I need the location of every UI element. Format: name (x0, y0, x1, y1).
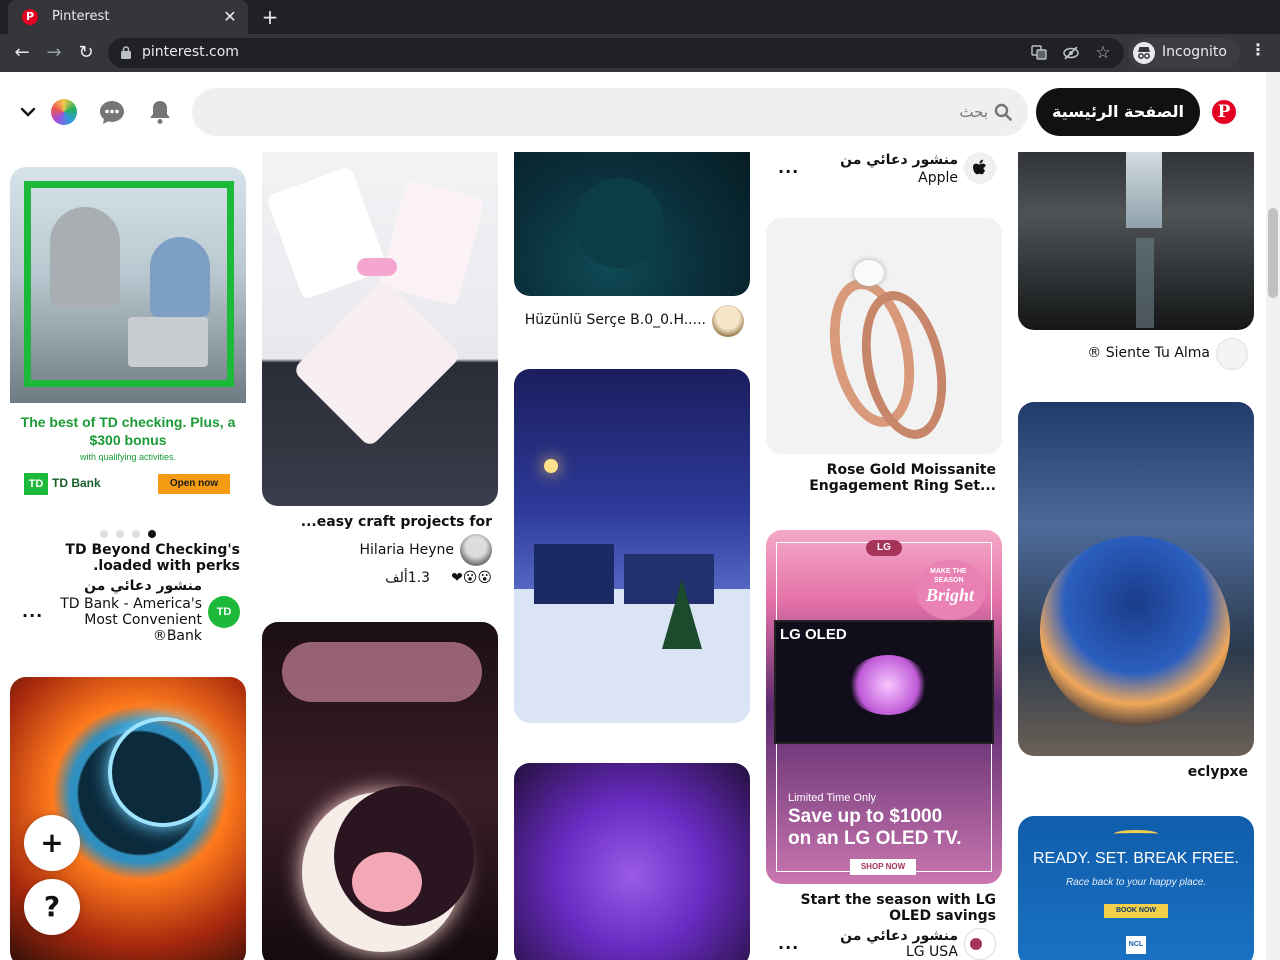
waterfall-pin[interactable] (1018, 138, 1254, 330)
lg-promoted-label: منشور دعائي من (840, 928, 958, 944)
huzunlu-avatar[interactable] (712, 305, 744, 337)
scrollbar-thumb[interactable] (1268, 208, 1278, 298)
td-promoted-label: منشور دعائي من (84, 578, 202, 594)
ncl-logo: NCL (1126, 936, 1146, 954)
td-advertiser-1[interactable]: TD Bank - America's (60, 596, 202, 612)
create-pin-button[interactable]: + (24, 815, 80, 871)
apple-logo-icon (973, 159, 986, 175)
lg-advertiser[interactable]: LG USA (906, 944, 958, 960)
hilaria-avatar[interactable] (460, 534, 492, 566)
td-pin-title-2[interactable]: loaded with perks. (93, 558, 240, 574)
siente-avatar[interactable] (1216, 338, 1248, 370)
incognito-icon (1133, 42, 1155, 64)
browser-tab[interactable]: P Pinterest ✕ (8, 0, 248, 34)
craft-pin-author[interactable]: Hilaria Heyne (360, 542, 454, 558)
home-button[interactable]: الصفحة الرئيسية (1036, 88, 1200, 136)
ncl-headline: READY. SET. BREAK FREE. (1033, 850, 1239, 867)
lg-badge-1: MAKE THE (930, 568, 967, 575)
lg-avatar[interactable] (964, 928, 996, 960)
sphere-pin-title[interactable]: eclypxe (1188, 764, 1248, 780)
forward-button[interactable]: → (41, 40, 67, 66)
apple-more-options-icon[interactable]: ... (778, 158, 799, 177)
lg-more-options-icon[interactable]: ... (778, 934, 799, 953)
td-ad-headline: The best of TD checking. Plus, a $300 bo… (20, 414, 236, 448)
lg-oled-ad-pin[interactable]: LG MAKE THE SEASON Bright LG OLED Limite… (766, 530, 1002, 884)
browser-menu-icon[interactable]: ⋮ (1248, 40, 1268, 59)
td-pin-title-1[interactable]: TD Beyond Checking's (65, 542, 240, 558)
td-bank-ad-pin[interactable]: The best of TD checking. Plus, a $300 bo… (10, 167, 246, 521)
ncl-book-now-button[interactable]: BOOK NOW (1104, 904, 1168, 918)
waterfall-pin-author[interactable]: Siente Tu Alma ® (1087, 345, 1210, 361)
lg-shop-now-button[interactable]: SHOP NOW (850, 859, 916, 875)
user-avatar[interactable] (51, 99, 77, 125)
td-ad-photo (10, 167, 246, 403)
td-ad-copy: The best of TD checking. Plus, a $300 bo… (10, 403, 246, 521)
tab-title: Pinterest (52, 9, 110, 24)
ring-pin-title-1[interactable]: Rose Gold Moissanite (827, 462, 996, 478)
search-icon (994, 103, 1012, 121)
browser-toolbar: ← → ↻ pinterest.com ☆ Incognito ⋮ (0, 34, 1280, 72)
craft-reaction-count: 1.3ألف (385, 570, 430, 586)
craft-reaction-icons: ❤😮😮 (451, 570, 492, 586)
incognito-indicator[interactable]: Incognito (1128, 38, 1240, 68)
apple-promoted-label: منشور دعائي من (840, 152, 958, 168)
td-advertiser-3[interactable]: Bank® (153, 628, 202, 644)
back-button[interactable]: ← (9, 40, 35, 66)
new-tab-button[interactable]: + (258, 5, 282, 29)
lg-pin-title-1[interactable]: Start the season with LG (801, 892, 996, 908)
incognito-label: Incognito (1162, 44, 1227, 60)
pinterest-header: P الصفحة الرئيسية (0, 72, 1266, 152)
apple-advertiser[interactable]: Apple (918, 170, 958, 186)
lg-save-line-1: Save up to $1000 (788, 806, 943, 827)
translate-icon[interactable] (1030, 44, 1048, 62)
ring-pin-title-2[interactable]: Engagement Ring Set... (809, 478, 996, 494)
pinterest-page: P الصفحة الرئيسية The best of TD checkin… (0, 72, 1280, 960)
lg-oled-label: LG OLED (780, 626, 847, 643)
lg-limited-label: Limited Time Only (788, 792, 877, 804)
pink-moon-pin[interactable] (262, 622, 498, 960)
rose-gold-ring-pin[interactable] (766, 218, 1002, 454)
bookmark-star-icon[interactable]: ☆ (1094, 44, 1112, 62)
search-input[interactable] (228, 88, 988, 136)
crystal-sphere-pin[interactable] (1018, 402, 1254, 756)
craft-pin-title[interactable]: easy craft projects for... (301, 514, 492, 530)
search-bar[interactable] (192, 88, 1028, 136)
td-advertiser-2[interactable]: Most Convenient (84, 612, 202, 628)
carousel-dots[interactable] (100, 530, 158, 538)
purple-rose-pin[interactable] (514, 763, 750, 960)
help-button[interactable]: ? (24, 879, 80, 935)
reload-button[interactable]: ↻ (73, 40, 99, 66)
lg-pin-title-2[interactable]: OLED savings (889, 908, 996, 924)
browser-tab-strip: P Pinterest ✕ + (0, 0, 1280, 34)
lg-badge-3: Bright (926, 585, 975, 605)
eye-off-icon[interactable] (1062, 44, 1080, 62)
td-logo-icon: TD (24, 473, 48, 495)
lg-badge-2: SEASON (934, 577, 964, 584)
lock-icon (121, 46, 131, 59)
url-text: pinterest.com (142, 44, 239, 60)
ncl-ad-pin[interactable]: READY. SET. BREAK FREE. Race back to you… (1018, 816, 1254, 960)
craft-pin[interactable] (262, 138, 498, 506)
messages-icon[interactable] (98, 98, 126, 126)
winter-village-pin[interactable] (514, 369, 750, 723)
address-bar[interactable]: pinterest.com ☆ (108, 38, 1124, 68)
td-open-now-button[interactable]: Open now (158, 474, 230, 494)
chevron-down-icon[interactable] (19, 103, 37, 121)
td-brand: TD Bank (52, 476, 101, 490)
apple-avatar[interactable] (964, 152, 996, 184)
page-scrollbar[interactable] (1266, 72, 1280, 960)
dark-cat-pin[interactable] (514, 138, 750, 296)
close-tab-icon[interactable]: ✕ (220, 7, 240, 27)
td-avatar[interactable]: TD (208, 596, 240, 628)
lg-ad-logo: LG (866, 540, 902, 556)
lg-save-line-2: on an LG OLED TV. (788, 828, 962, 849)
td-more-options-icon[interactable]: ... (22, 602, 43, 621)
pinterest-favicon-icon: P (22, 9, 38, 25)
pinterest-logo-icon[interactable]: P (1212, 100, 1236, 124)
td-ad-subline: with qualifying activities. (79, 452, 177, 462)
notifications-bell-icon[interactable] (146, 98, 174, 126)
ncl-subline: Race back to your happy place. (1065, 877, 1207, 888)
cat-pin-author[interactable]: Hüzünlü Serçe B.0_0.H..... (525, 312, 706, 328)
